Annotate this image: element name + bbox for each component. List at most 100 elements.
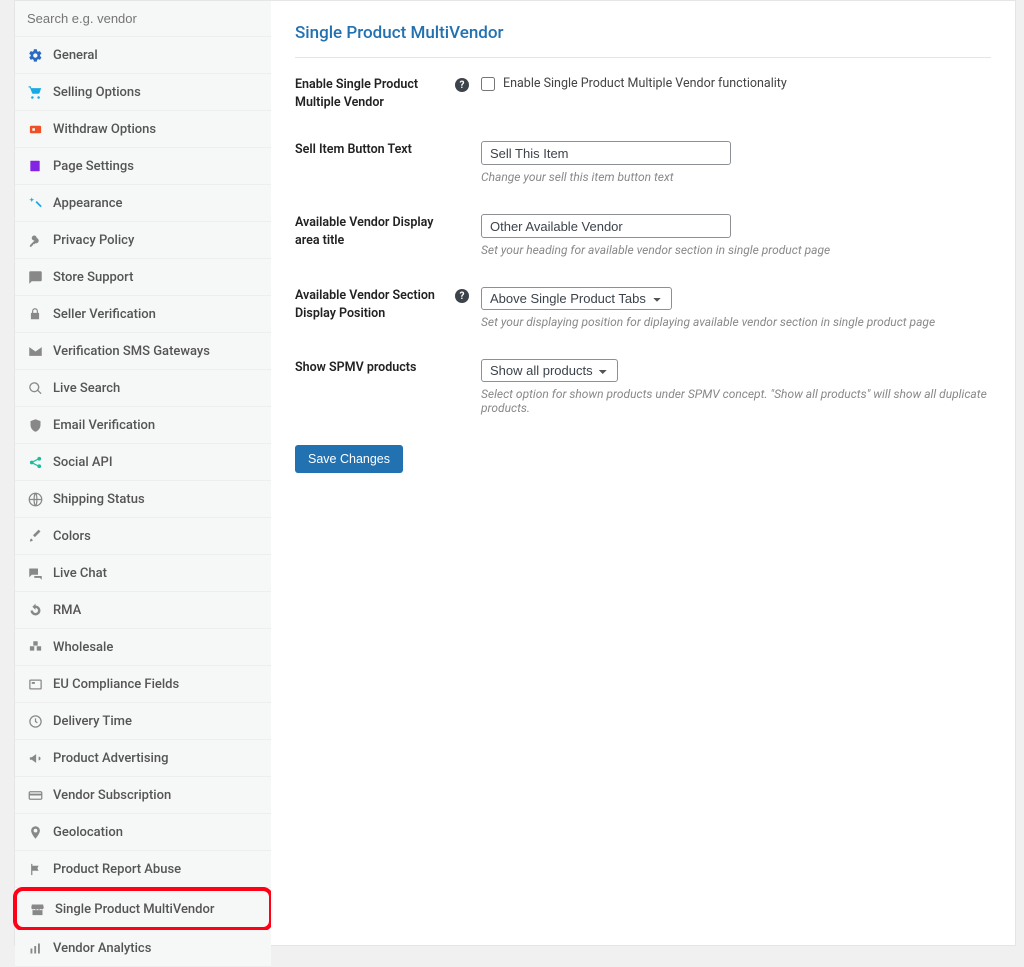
row-show-spmv: Show SPMV products Show all products Sel… <box>295 359 991 415</box>
sidebar-item-label: Withdraw Options <box>53 122 156 137</box>
sidebar-item-label: Appearance <box>53 196 122 211</box>
globe-icon <box>27 491 43 507</box>
withdraw-icon <box>27 121 43 137</box>
bullhorn-icon <box>27 750 43 766</box>
row-enable-spmv: Enable Single Product Multiple Vendor ? … <box>295 76 991 111</box>
settings-content: Single Product MultiVendor Enable Single… <box>271 0 1016 946</box>
map-icon <box>27 676 43 692</box>
sidebar-item-label: EU Compliance Fields <box>53 677 179 692</box>
sidebar-item-page-settings[interactable]: Page Settings <box>15 148 271 185</box>
sidebar-item-wholesale[interactable]: Wholesale <box>15 629 271 666</box>
select-display-position[interactable]: Above Single Product Tabs <box>481 287 672 310</box>
flag-icon <box>27 861 43 877</box>
sidebar-item-label: Privacy Policy <box>53 233 134 248</box>
sidebar-item-label: Vendor Analytics <box>53 941 151 956</box>
key-icon <box>27 232 43 248</box>
chat-icon <box>27 269 43 285</box>
sidebar-item-label: Seller Verification <box>53 307 156 322</box>
desc-show-spmv: Select option for shown products under S… <box>481 387 991 415</box>
sidebar-item-verification-sms-gateways[interactable]: Verification SMS Gateways <box>15 333 271 370</box>
sidebar-item-live-chat[interactable]: Live Chat <box>15 555 271 592</box>
sidebar-item-appearance[interactable]: Appearance <box>15 185 271 222</box>
row-sell-button-text: Sell Item Button Text Change your sell t… <box>295 141 991 184</box>
label-show-spmv: Show SPMV products <box>295 359 455 377</box>
sidebar-item-label: Page Settings <box>53 159 134 174</box>
sidebar-item-label: Single Product MultiVendor <box>55 902 214 917</box>
checkbox-enable-spmv-label: Enable Single Product Multiple Vendor fu… <box>503 76 787 91</box>
sidebar-item-label: RMA <box>53 603 81 618</box>
settings-sidebar: General Selling Options Withdraw Options Pa… <box>14 0 271 946</box>
search-icon <box>27 380 43 396</box>
sidebar-search-wrap <box>15 1 271 37</box>
sidebar-item-label: Social API <box>53 455 113 470</box>
sidebar-item-delivery-time[interactable]: Delivery Time <box>15 703 271 740</box>
label-enable-spmv: Enable Single Product Multiple Vendor <box>295 76 455 111</box>
sidebar-item-store-support[interactable]: Store Support <box>15 259 271 296</box>
sidebar-item-label: Selling Options <box>53 85 141 100</box>
row-display-title: Available Vendor Display area title Set … <box>295 214 991 257</box>
sidebar-item-privacy-policy[interactable]: Privacy Policy <box>15 222 271 259</box>
sidebar-item-label: Live Chat <box>53 566 107 581</box>
sidebar-item-eu-compliance-fields[interactable]: EU Compliance Fields <box>15 666 271 703</box>
sidebar-item-label: Product Report Abuse <box>53 862 181 877</box>
page-icon <box>27 158 43 174</box>
sidebar-item-rma[interactable]: RMA <box>15 592 271 629</box>
sidebar-item-product-report-abuse[interactable]: Product Report Abuse <box>15 851 271 888</box>
sidebar-item-selling-options[interactable]: Selling Options <box>15 74 271 111</box>
sidebar-item-single-product-multivendor[interactable]: Single Product MultiVendor <box>13 887 273 931</box>
help-icon[interactable]: ? <box>455 78 469 92</box>
sidebar-item-label: Email Verification <box>53 418 155 433</box>
sidebar-item-label: General <box>53 48 98 63</box>
desc-sell-button-text: Change your sell this item button text <box>481 170 991 184</box>
sidebar-item-general[interactable]: General <box>15 37 271 74</box>
divider <box>295 57 991 58</box>
mail-icon <box>27 343 43 359</box>
sidebar-item-label: Colors <box>53 529 91 544</box>
undo-icon <box>27 602 43 618</box>
sidebar-item-label: Verification SMS Gateways <box>53 344 210 359</box>
sidebar-item-label: Product Advertising <box>53 751 168 766</box>
select-show-spmv[interactable]: Show all products <box>481 359 618 382</box>
sidebar-item-label: Live Search <box>53 381 120 396</box>
gear-icon <box>27 47 43 63</box>
sidebar-item-vendor-analytics[interactable]: Vendor Analytics <box>15 930 271 967</box>
pin-icon <box>27 824 43 840</box>
sidebar-item-label: Store Support <box>53 270 133 285</box>
label-display-position: Available Vendor Section Display Positio… <box>295 287 455 322</box>
row-display-position: Available Vendor Section Display Positio… <box>295 287 991 329</box>
sidebar-item-seller-verification[interactable]: Seller Verification <box>15 296 271 333</box>
sidebar-item-label: Wholesale <box>53 640 113 655</box>
sidebar-item-shipping-status[interactable]: Shipping Status <box>15 481 271 518</box>
livechat-icon <box>27 565 43 581</box>
checkbox-enable-spmv-input[interactable] <box>481 77 495 91</box>
cart-icon <box>27 84 43 100</box>
checkbox-enable-spmv[interactable]: Enable Single Product Multiple Vendor fu… <box>481 76 991 91</box>
input-sell-button-text[interactable] <box>481 141 731 165</box>
clock-icon <box>27 713 43 729</box>
page-title: Single Product MultiVendor <box>295 23 991 43</box>
sidebar-item-vendor-subscription[interactable]: Vendor Subscription <box>15 777 271 814</box>
magic-icon <box>27 195 43 211</box>
sidebar-item-email-verification[interactable]: Email Verification <box>15 407 271 444</box>
brush-icon <box>27 528 43 544</box>
store-icon <box>29 901 45 917</box>
input-display-title[interactable] <box>481 214 731 238</box>
sidebar-item-product-advertising[interactable]: Product Advertising <box>15 740 271 777</box>
lock-icon <box>27 306 43 322</box>
sidebar-item-withdraw-options[interactable]: Withdraw Options <box>15 111 271 148</box>
sidebar-item-label: Geolocation <box>53 825 123 840</box>
label-sell-button-text: Sell Item Button Text <box>295 141 455 159</box>
wholesale-icon <box>27 639 43 655</box>
sidebar-search-input[interactable] <box>15 1 271 36</box>
sidebar-item-geolocation[interactable]: Geolocation <box>15 814 271 851</box>
sidebar-item-colors[interactable]: Colors <box>15 518 271 555</box>
sidebar-item-live-search[interactable]: Live Search <box>15 370 271 407</box>
share-icon <box>27 454 43 470</box>
help-icon[interactable]: ? <box>455 289 469 303</box>
sidebar-item-label: Shipping Status <box>53 492 145 507</box>
sidebar-item-social-api[interactable]: Social API <box>15 444 271 481</box>
shield-icon <box>27 417 43 433</box>
sidebar-nav-list: General Selling Options Withdraw Options Pa… <box>15 37 271 967</box>
sidebar-item-label: Delivery Time <box>53 714 132 729</box>
save-button[interactable]: Save Changes <box>295 445 403 473</box>
